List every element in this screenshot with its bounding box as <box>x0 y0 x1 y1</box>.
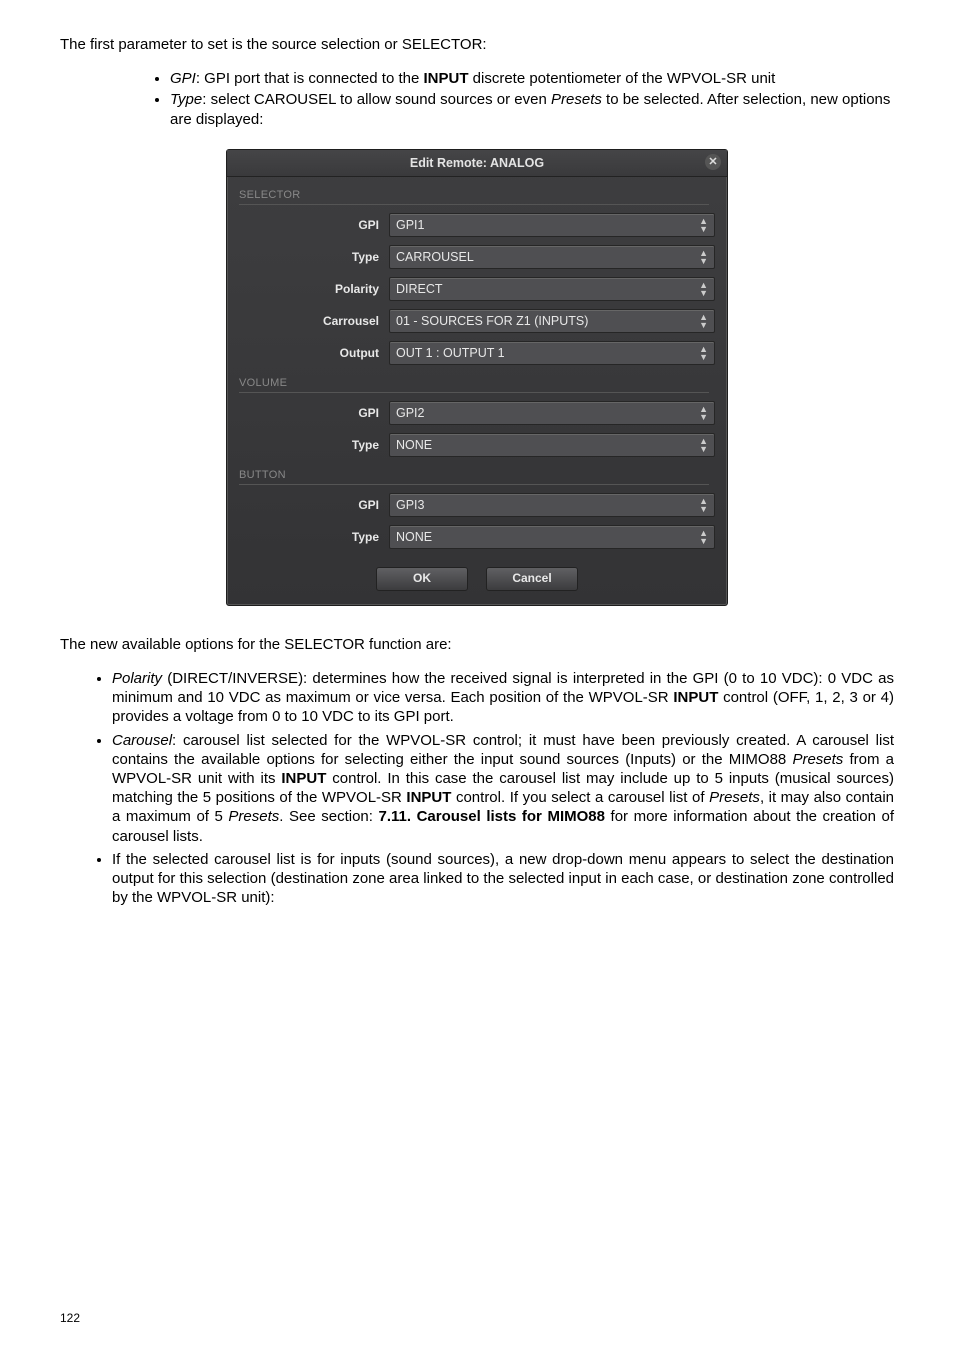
bullet-gpi-text1: : GPI port that is connected to the <box>196 70 424 87</box>
bullet-carousel-input3: INPUT <box>406 789 451 806</box>
bullet-carousel: Carousel: carousel list selected for the… <box>112 731 894 846</box>
chevron-updown-icon: ▲▼ <box>699 281 708 297</box>
label-button-gpi: GPI <box>227 498 389 512</box>
dropdown-volume-type[interactable]: NONE ▲▼ <box>389 433 715 457</box>
intro-paragraph: The first parameter to set is the source… <box>60 36 894 55</box>
dropdown-selector-carrousel-value: 01 - SOURCES FOR Z1 (INPUTS) <box>396 314 588 328</box>
bullet-carousel-term: Carousel <box>112 732 172 749</box>
bullet-type-term: Type <box>170 91 202 108</box>
bullet-carousel-t1: : carousel list selected for the WPVOL-S… <box>112 732 894 768</box>
chevron-updown-icon: ▲▼ <box>699 313 708 329</box>
label-volume-gpi: GPI <box>227 406 389 420</box>
bullet-carousel-secref: 7.11. Carousel lists for MIMO88 <box>379 808 605 825</box>
bullet-polarity-term: Polarity <box>112 670 162 687</box>
label-selector-gpi: GPI <box>227 218 389 232</box>
label-volume-type: Type <box>227 438 389 452</box>
chevron-updown-icon: ▲▼ <box>699 249 708 265</box>
bullet-polarity-input: INPUT <box>673 689 718 706</box>
selector-section-head: SELECTOR <box>239 189 709 205</box>
bullet-carousel-t4: control. If you select a carousel list o… <box>451 789 709 806</box>
dropdown-selector-gpi-value: GPI1 <box>396 218 425 232</box>
bullet-carousel-presets2: Presets <box>709 789 760 806</box>
dialog-title: Edit Remote: ANALOG <box>410 156 544 170</box>
label-selector-type: Type <box>227 250 389 264</box>
bullet-carousel-input2: INPUT <box>281 770 326 787</box>
chevron-updown-icon: ▲▼ <box>699 497 708 513</box>
edit-remote-dialog: Edit Remote: ANALOG ✕ SELECTOR GPI GPI1 … <box>226 149 728 606</box>
ok-button[interactable]: OK <box>376 567 468 591</box>
label-selector-carrousel: Carrousel <box>227 314 389 328</box>
chevron-updown-icon: ▲▼ <box>699 437 708 453</box>
button-section-head: BUTTON <box>239 469 709 485</box>
dropdown-button-type-value: NONE <box>396 530 432 544</box>
chevron-updown-icon: ▲▼ <box>699 405 708 421</box>
bullet-carousel-t6: . See section: <box>279 808 378 825</box>
bullet-gpi: GPI: GPI port that is connected to the I… <box>170 69 894 89</box>
bullet-carousel-presets1: Presets <box>792 751 843 768</box>
bullet-type: Type: select CAROUSEL to allow sound sou… <box>170 90 894 129</box>
bullet-polarity: Polarity (DIRECT/INVERSE): determines ho… <box>112 669 894 727</box>
dropdown-button-gpi[interactable]: GPI3 ▲▼ <box>389 493 715 517</box>
cancel-button[interactable]: Cancel <box>486 567 578 591</box>
chevron-updown-icon: ▲▼ <box>699 217 708 233</box>
bullet-third: If the selected carousel list is for inp… <box>112 850 894 908</box>
dropdown-selector-gpi[interactable]: GPI1 ▲▼ <box>389 213 715 237</box>
chevron-updown-icon: ▲▼ <box>699 529 708 545</box>
lower-bullet-list: Polarity (DIRECT/INVERSE): determines ho… <box>60 669 894 907</box>
dropdown-selector-type-value: CARROUSEL <box>396 250 474 264</box>
dropdown-selector-carrousel[interactable]: 01 - SOURCES FOR Z1 (INPUTS) ▲▼ <box>389 309 715 333</box>
label-selector-polarity: Polarity <box>227 282 389 296</box>
dropdown-selector-polarity-value: DIRECT <box>396 282 443 296</box>
page-number: 122 <box>60 1311 80 1325</box>
bullet-third-text: If the selected carousel list is for inp… <box>112 851 894 906</box>
bullet-type-presets: Presets <box>551 91 602 108</box>
dropdown-volume-gpi[interactable]: GPI2 ▲▼ <box>389 401 715 425</box>
mid-paragraph: The new available options for the SELECT… <box>60 636 894 655</box>
close-icon[interactable]: ✕ <box>705 154 721 170</box>
dropdown-button-type[interactable]: NONE ▲▼ <box>389 525 715 549</box>
bullet-gpi-term: GPI <box>170 70 196 87</box>
dropdown-volume-gpi-value: GPI2 <box>396 406 425 420</box>
label-button-type: Type <box>227 530 389 544</box>
volume-section-head: VOLUME <box>239 377 709 393</box>
bullet-carousel-presets3: Presets <box>228 808 279 825</box>
top-bullet-list: GPI: GPI port that is connected to the I… <box>60 69 894 130</box>
chevron-updown-icon: ▲▼ <box>699 345 708 361</box>
dropdown-button-gpi-value: GPI3 <box>396 498 425 512</box>
dropdown-volume-type-value: NONE <box>396 438 432 452</box>
dialog-title-bar: Edit Remote: ANALOG ✕ <box>227 150 727 177</box>
dropdown-selector-output-value: OUT 1 : OUTPUT 1 <box>396 346 505 360</box>
bullet-gpi-text2: discrete potentiometer of the WPVOL-SR u… <box>468 70 775 87</box>
bullet-type-text1: : select CAROUSEL to allow sound sources… <box>202 91 551 108</box>
dropdown-selector-polarity[interactable]: DIRECT ▲▼ <box>389 277 715 301</box>
dropdown-selector-type[interactable]: CARROUSEL ▲▼ <box>389 245 715 269</box>
dropdown-selector-output[interactable]: OUT 1 : OUTPUT 1 ▲▼ <box>389 341 715 365</box>
label-selector-output: Output <box>227 346 389 360</box>
bullet-gpi-input: INPUT <box>423 70 468 87</box>
